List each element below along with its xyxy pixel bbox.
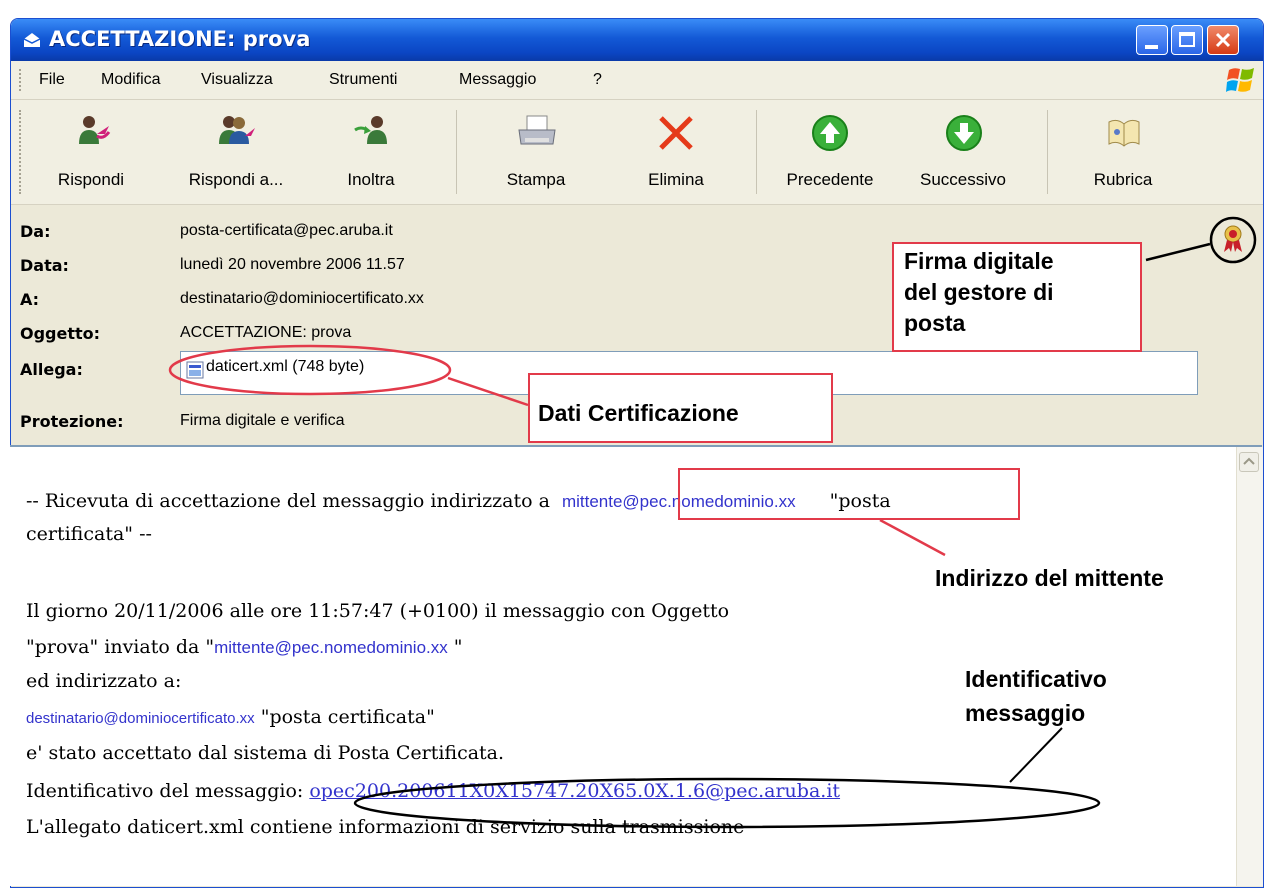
date-value: lunedì 20 novembre 2006 11.57 — [180, 256, 405, 273]
address-book-icon — [1108, 119, 1140, 147]
reply-all-icon — [219, 116, 255, 144]
address-book-button[interactable]: Rubrica — [1073, 100, 1173, 204]
identificativo-annotation-line: Identificativo — [965, 666, 1107, 692]
forward-button[interactable]: Inoltra — [321, 100, 421, 204]
identificativo-annotation-line: messaggio — [965, 700, 1086, 726]
protection-label: Protezione: — [20, 412, 124, 431]
address-book-label: Rubrica — [1093, 170, 1153, 189]
print-label: Stampa — [506, 170, 566, 189]
sender-address-link[interactable]: mittente@pec.nomedominio.xx — [214, 638, 448, 657]
maximize-icon — [1179, 32, 1195, 47]
subject-value: ACCETTAZIONE: prova — [180, 324, 352, 341]
from-label: Da: — [20, 222, 51, 241]
menu-file[interactable]: File — [39, 71, 65, 89]
toolbar-grip — [19, 110, 24, 194]
minimize-button[interactable] — [1136, 25, 1168, 55]
next-button[interactable]: Successivo — [901, 100, 1025, 204]
previous-icon — [812, 115, 848, 151]
digital-signature-icon[interactable] — [1216, 220, 1250, 254]
recipient-address-link[interactable]: destinatario@dominiocertificato.xx — [26, 710, 255, 727]
body-line-6: destinatario@dominiocertificato.xx "post… — [26, 706, 435, 728]
body-line-4-post: " — [447, 636, 463, 658]
toolbar-separator — [756, 110, 757, 194]
to-value: destinatario@dominiocertificato.xx — [180, 290, 424, 307]
window-title: ACCETTAZIONE: prova — [49, 27, 311, 51]
chevron-up-icon — [1243, 457, 1255, 465]
close-button[interactable] — [1207, 25, 1239, 55]
close-icon — [1215, 32, 1231, 48]
toolbar-separator — [456, 110, 457, 194]
forward-label: Inoltra — [347, 170, 395, 189]
body-line-4-text: "prova" inviato da " — [26, 636, 215, 658]
envelope-icon — [23, 33, 41, 47]
body-line-1-text: -- Ricevuta di accettazione del messaggi… — [26, 490, 556, 512]
firma-annotation: Firma digitale del gestore di posta — [904, 246, 1054, 339]
menu-help[interactable]: ? — [593, 71, 602, 89]
previous-button[interactable]: Precedente — [769, 100, 891, 204]
menu-bar: File Modifica Visualizza Strumenti Messa… — [11, 61, 1263, 100]
printer-icon — [518, 115, 556, 145]
body-line-8: Identificativo del messaggio: opec200.20… — [26, 780, 840, 802]
body-line-3: Il giorno 20/11/2006 alle ore 11:57:47 (… — [26, 600, 730, 622]
body-line-9: L'allegato daticert.xml contiene informa… — [26, 816, 745, 838]
windows-logo-icon — [1226, 68, 1254, 92]
menu-grip — [19, 69, 24, 91]
toolbar-separator — [1047, 110, 1048, 194]
menu-modifica[interactable]: Modifica — [101, 71, 161, 89]
protection-value: Firma digitale e verifica — [180, 412, 345, 429]
date-label: Data: — [20, 256, 69, 275]
mittente-annotation: Indirizzo del mittente — [935, 565, 1164, 591]
delete-button[interactable]: Elimina — [621, 100, 731, 204]
menu-strumenti[interactable]: Strumenti — [329, 71, 397, 89]
menu-messaggio[interactable]: Messaggio — [459, 71, 536, 89]
body-line-4: "prova" inviato da "mittente@pec.nomedom… — [26, 636, 463, 658]
next-icon — [946, 115, 982, 151]
to-label: A: — [20, 290, 40, 309]
body-line-2: certificata" -- — [26, 523, 152, 545]
body-line-6-post: "posta certificata" — [254, 706, 435, 728]
previous-label: Precedente — [786, 170, 874, 189]
xml-file-icon — [186, 361, 204, 379]
body-line-8-text: Identificativo del messaggio: — [26, 780, 310, 802]
print-button[interactable]: Stampa — [481, 100, 591, 204]
firma-annotation-line: Firma digitale — [904, 248, 1054, 274]
reply-button[interactable]: Rispondi — [41, 100, 141, 204]
menu-visualizza[interactable]: Visualizza — [201, 71, 273, 89]
attachment-name[interactable]: daticert.xml (748 byte) — [206, 358, 364, 376]
title-bar[interactable]: ACCETTAZIONE: prova — [11, 19, 1263, 61]
firma-annotation-line: posta — [904, 310, 966, 336]
delete-label: Elimina — [648, 170, 704, 189]
reply-all-label: Rispondi a... — [188, 170, 284, 189]
identificativo-annotation: Identificativo messaggio — [965, 662, 1107, 730]
scrollbar[interactable] — [1236, 447, 1263, 886]
message-id-link[interactable]: opec200.200611X0X15747.20X65.0X.1.6@pec.… — [309, 780, 840, 802]
reply-label: Rispondi — [57, 170, 125, 189]
reply-icon — [79, 116, 111, 144]
attach-label: Allega: — [20, 360, 83, 379]
from-value: posta-certificata@pec.aruba.it — [180, 222, 393, 239]
toolbar: Rispondi Rispondi a... Inoltra Stampa El… — [11, 100, 1263, 205]
next-label: Successivo — [920, 170, 1006, 189]
maximize-button[interactable] — [1171, 25, 1203, 55]
minimize-icon — [1145, 45, 1158, 49]
dati-annotation: Dati Certificazione — [538, 400, 739, 426]
forward-icon — [354, 116, 387, 144]
subject-label: Oggetto: — [20, 324, 101, 343]
firma-annotation-line: del gestore di — [904, 279, 1054, 305]
delete-icon — [659, 116, 693, 150]
reply-all-button[interactable]: Rispondi a... — [161, 100, 311, 204]
scroll-up-button[interactable] — [1239, 452, 1259, 472]
body-line-5: ed indirizzato a: — [26, 670, 182, 692]
body-line-7: e' stato accettato dal sistema di Posta … — [26, 742, 505, 764]
mittente-highlight-box — [678, 468, 1020, 520]
